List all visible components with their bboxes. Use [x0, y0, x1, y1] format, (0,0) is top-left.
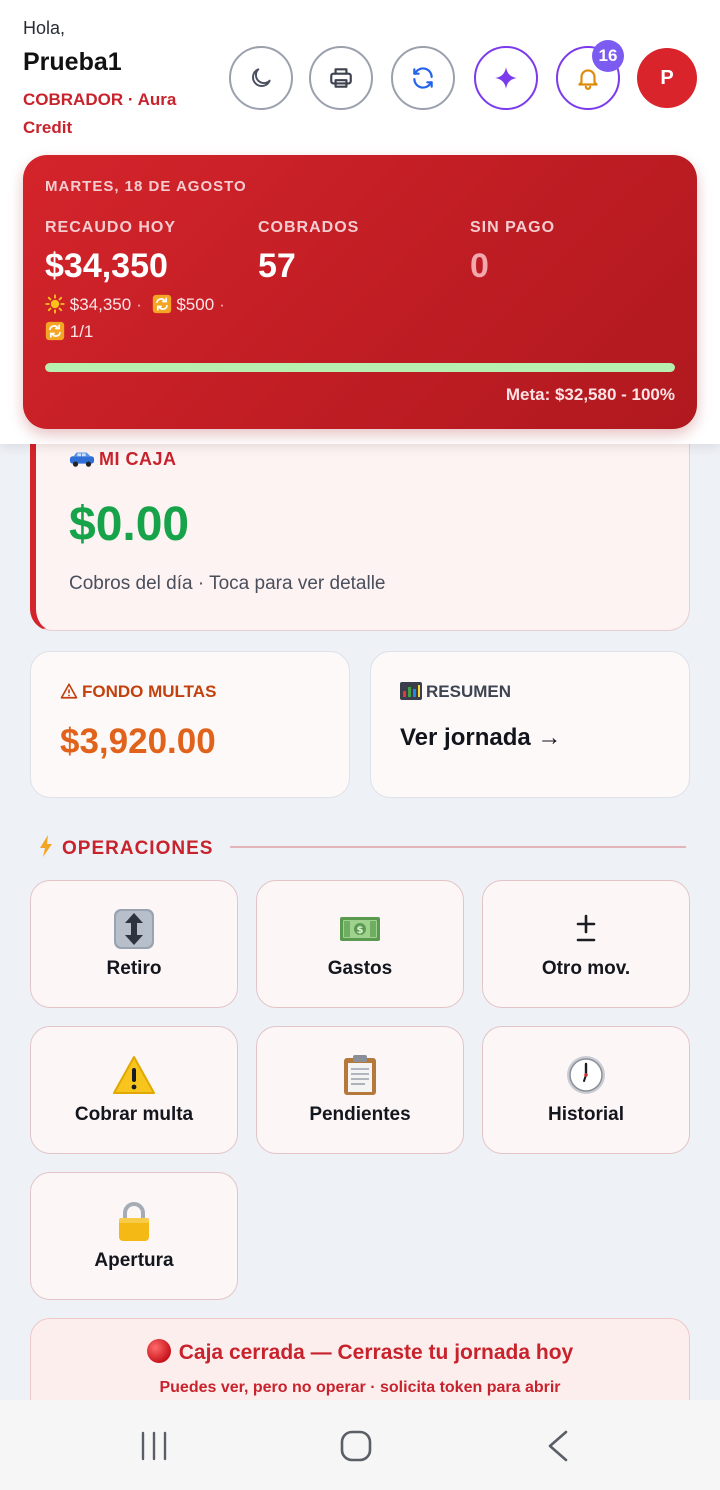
refresh-icon [413, 67, 433, 89]
system-navigation-bar [0, 1400, 720, 1490]
printer-icon [330, 68, 352, 88]
theme-toggle-button[interactable] [229, 46, 293, 110]
otro-mov-label: Otro mov. [541, 958, 631, 979]
clock-icon [567, 1056, 605, 1094]
ai-assistant-button[interactable] [474, 46, 538, 110]
retiro-label: Retiro [106, 958, 162, 979]
fondo-multas-card[interactable]: FONDO MULTAS $3,920.00 [30, 651, 350, 798]
sun-icon [45, 294, 65, 314]
cobrar-multa-button[interactable]: Cobrar multa [30, 1026, 238, 1154]
warning-icon [60, 683, 78, 699]
caja-subtitle: Cobros del día · Toca para ver detalle [69, 573, 386, 594]
plus-minus-icon [576, 914, 596, 942]
gastos-button[interactable]: $ Gastos [256, 880, 464, 1008]
cobrar-multa-label: Cobrar multa [74, 1104, 194, 1125]
greeting-text: Hola, [23, 18, 66, 38]
goal-progress-bar [45, 363, 675, 372]
bar-chart-icon [400, 682, 422, 700]
breakdown-repeat-value: $500 [176, 295, 215, 314]
caja-title: MI CAJA [69, 449, 177, 470]
caja-balance: $0.00 [69, 498, 190, 551]
sinpago-label: SIN PAGO [470, 219, 556, 236]
retiro-button[interactable]: Retiro [30, 880, 238, 1008]
home-icon[interactable] [336, 1428, 376, 1464]
breakdown-sun-value: $34,350 [69, 295, 132, 314]
lock-icon [119, 1202, 149, 1241]
moon-icon [252, 68, 271, 87]
lightning-icon [40, 835, 52, 857]
resumen-card[interactable]: RESUMEN Ver jornada → [370, 651, 690, 798]
avatar[interactable]: P [637, 48, 697, 108]
fondo-multas-title: FONDO MULTAS [60, 682, 216, 702]
goal-progress-fill [45, 363, 675, 372]
daily-summary-card: MARTES, 18 DE AGOSTO RECAUDO HOY $34,350… [23, 155, 697, 429]
cobrados-label: COBRADOS [258, 219, 360, 236]
bell-icon [578, 69, 598, 90]
red-circle-icon [146, 1339, 171, 1363]
back-icon[interactable] [538, 1428, 578, 1464]
repeat-icon [45, 321, 65, 341]
sinpago-value: 0 [470, 247, 489, 285]
notification-badge: 16 [592, 40, 624, 72]
recaudo-value: $34,350 [45, 247, 168, 285]
operaciones-heading: OPERACIONES [38, 834, 213, 860]
clipboard-icon [344, 1055, 376, 1095]
gastos-label: Gastos [327, 958, 393, 979]
repeat-icon [152, 294, 171, 314]
summary-date: MARTES, 18 DE AGOSTO [45, 178, 247, 195]
warning-icon [113, 1056, 155, 1094]
print-button[interactable] [309, 46, 373, 110]
svg-text:$: $ [357, 925, 364, 936]
goal-meta: Meta: $32,580 - 100% [505, 385, 675, 404]
recent-apps-icon[interactable] [134, 1428, 174, 1464]
app-header: Hola, Prueba1 COBRADOR · Aura Credit 16 … [0, 0, 720, 444]
car-icon [69, 452, 95, 467]
banner-subtitle: Puedes ver, pero no operar · solicita to… [159, 1379, 561, 1396]
user-name: Prueba1 [23, 48, 122, 76]
mi-caja-card[interactable]: MI CAJA $0.00 Cobros del día · Toca para… [30, 420, 690, 631]
user-role: COBRADOR · Aura Credit [23, 90, 177, 137]
recaudo-breakdown: $34,350 · $500 · 1/1 [45, 291, 275, 345]
apertura-label: Apertura [94, 1250, 174, 1271]
cobrados-value: 57 [258, 247, 296, 285]
updown-arrow-icon [114, 909, 154, 949]
breakdown-ratio-value: 1/1 [69, 322, 94, 341]
ver-jornada-link[interactable]: Ver jornada → [400, 724, 561, 752]
operaciones-divider [230, 846, 686, 848]
pendientes-label: Pendientes [309, 1104, 411, 1125]
fondo-multas-value: $3,920.00 [60, 722, 216, 761]
sync-button[interactable] [391, 46, 455, 110]
banner-title: Caja cerrada — Cerraste tu jornada hoy [31, 1339, 689, 1365]
sparkle-icon [495, 67, 517, 89]
historial-label: Historial [547, 1104, 625, 1125]
pendientes-button[interactable]: Pendientes [256, 1026, 464, 1154]
resumen-title: RESUMEN [400, 682, 511, 702]
apertura-button[interactable]: Apertura [30, 1172, 238, 1300]
notifications-button[interactable]: 16 [556, 40, 624, 110]
money-icon: $ [340, 917, 380, 941]
otro-mov-button[interactable]: Otro mov. [482, 880, 690, 1008]
recaudo-label: RECAUDO HOY [45, 219, 177, 236]
historial-button[interactable]: Historial [482, 1026, 690, 1154]
